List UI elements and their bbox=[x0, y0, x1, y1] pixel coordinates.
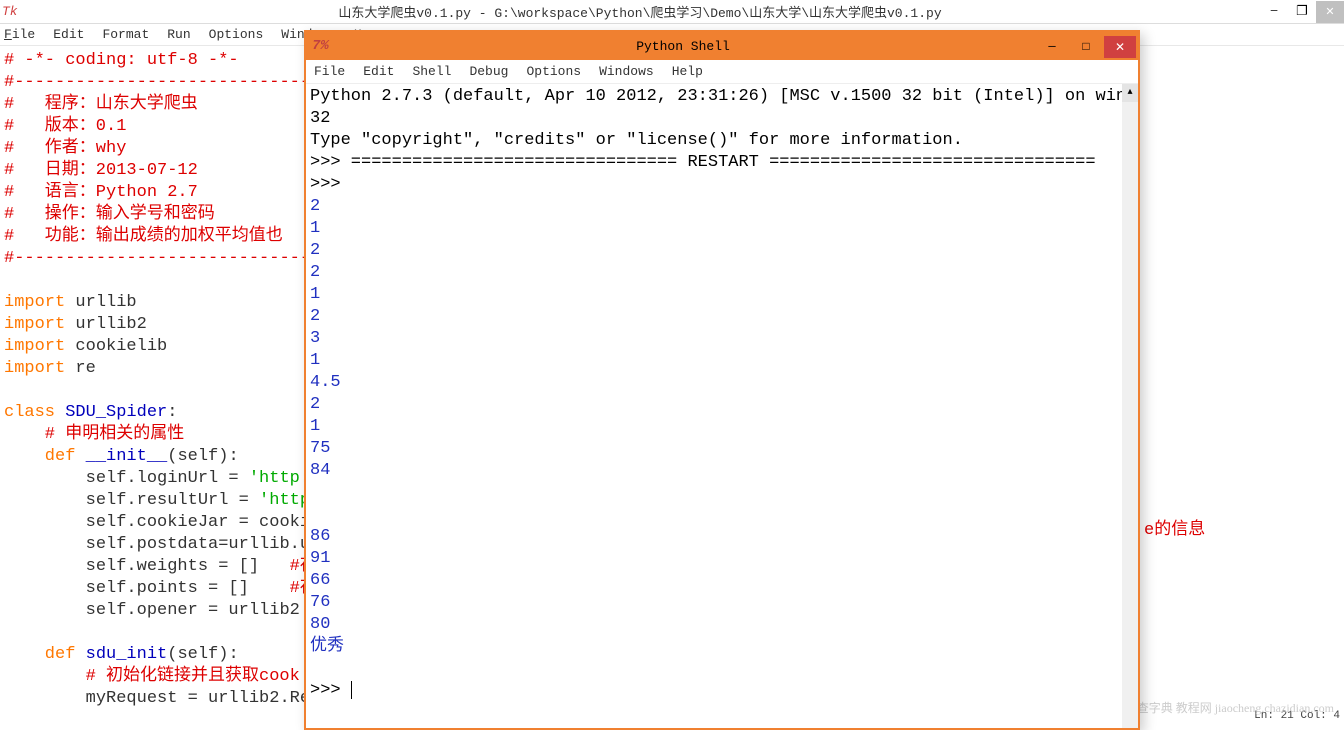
shell-title: Python Shell bbox=[330, 39, 1036, 54]
minimize-button[interactable]: ─ bbox=[1260, 1, 1288, 23]
shell-titlebar[interactable]: 7% Python Shell ─ □ ✕ bbox=[306, 32, 1138, 60]
shell-menubar: File Edit Shell Debug Options Windows He… bbox=[306, 60, 1138, 84]
menu-file[interactable]: File bbox=[4, 27, 35, 42]
menu-run[interactable]: Run bbox=[167, 27, 190, 42]
tk-icon: 7% bbox=[306, 38, 330, 54]
menu-shell[interactable]: Shell bbox=[412, 64, 451, 79]
menu-file[interactable]: File bbox=[314, 64, 345, 79]
shell-window: 7% Python Shell ─ □ ✕ File Edit Shell De… bbox=[304, 30, 1140, 730]
menu-debug[interactable]: Debug bbox=[469, 64, 508, 79]
menu-windows[interactable]: Windows bbox=[599, 64, 654, 79]
maximize-button[interactable]: ❐ bbox=[1288, 1, 1316, 23]
shell-text-area[interactable]: Python 2.7.3 (default, Apr 10 2012, 23:3… bbox=[306, 84, 1138, 728]
maximize-button[interactable]: □ bbox=[1070, 36, 1102, 58]
editor-titlebar[interactable]: Tk 山东大学爬虫v0.1.py - G:\workspace\Python\爬… bbox=[0, 0, 1344, 24]
menu-format[interactable]: Format bbox=[102, 27, 149, 42]
menu-edit[interactable]: Edit bbox=[363, 64, 394, 79]
shell-scrollbar[interactable]: ▴ bbox=[1122, 84, 1138, 728]
close-button[interactable]: ✕ bbox=[1316, 1, 1344, 23]
tk-icon: Tk bbox=[0, 4, 20, 19]
shell-window-controls: ─ □ ✕ bbox=[1036, 34, 1138, 58]
scroll-up-icon[interactable]: ▴ bbox=[1122, 84, 1138, 102]
editor-title: 山东大学爬虫v0.1.py - G:\workspace\Python\爬虫学习… bbox=[20, 2, 1260, 21]
cursor bbox=[351, 681, 352, 699]
cutoff-comment: e的信息 bbox=[1144, 514, 1205, 540]
close-button[interactable]: ✕ bbox=[1104, 36, 1136, 58]
minimize-button[interactable]: ─ bbox=[1036, 36, 1068, 58]
menu-edit[interactable]: Edit bbox=[53, 27, 84, 42]
editor-window-controls: ─ ❐ ✕ bbox=[1260, 1, 1344, 23]
menu-options[interactable]: Options bbox=[209, 27, 264, 42]
menu-options[interactable]: Options bbox=[526, 64, 581, 79]
menu-help[interactable]: Help bbox=[672, 64, 703, 79]
